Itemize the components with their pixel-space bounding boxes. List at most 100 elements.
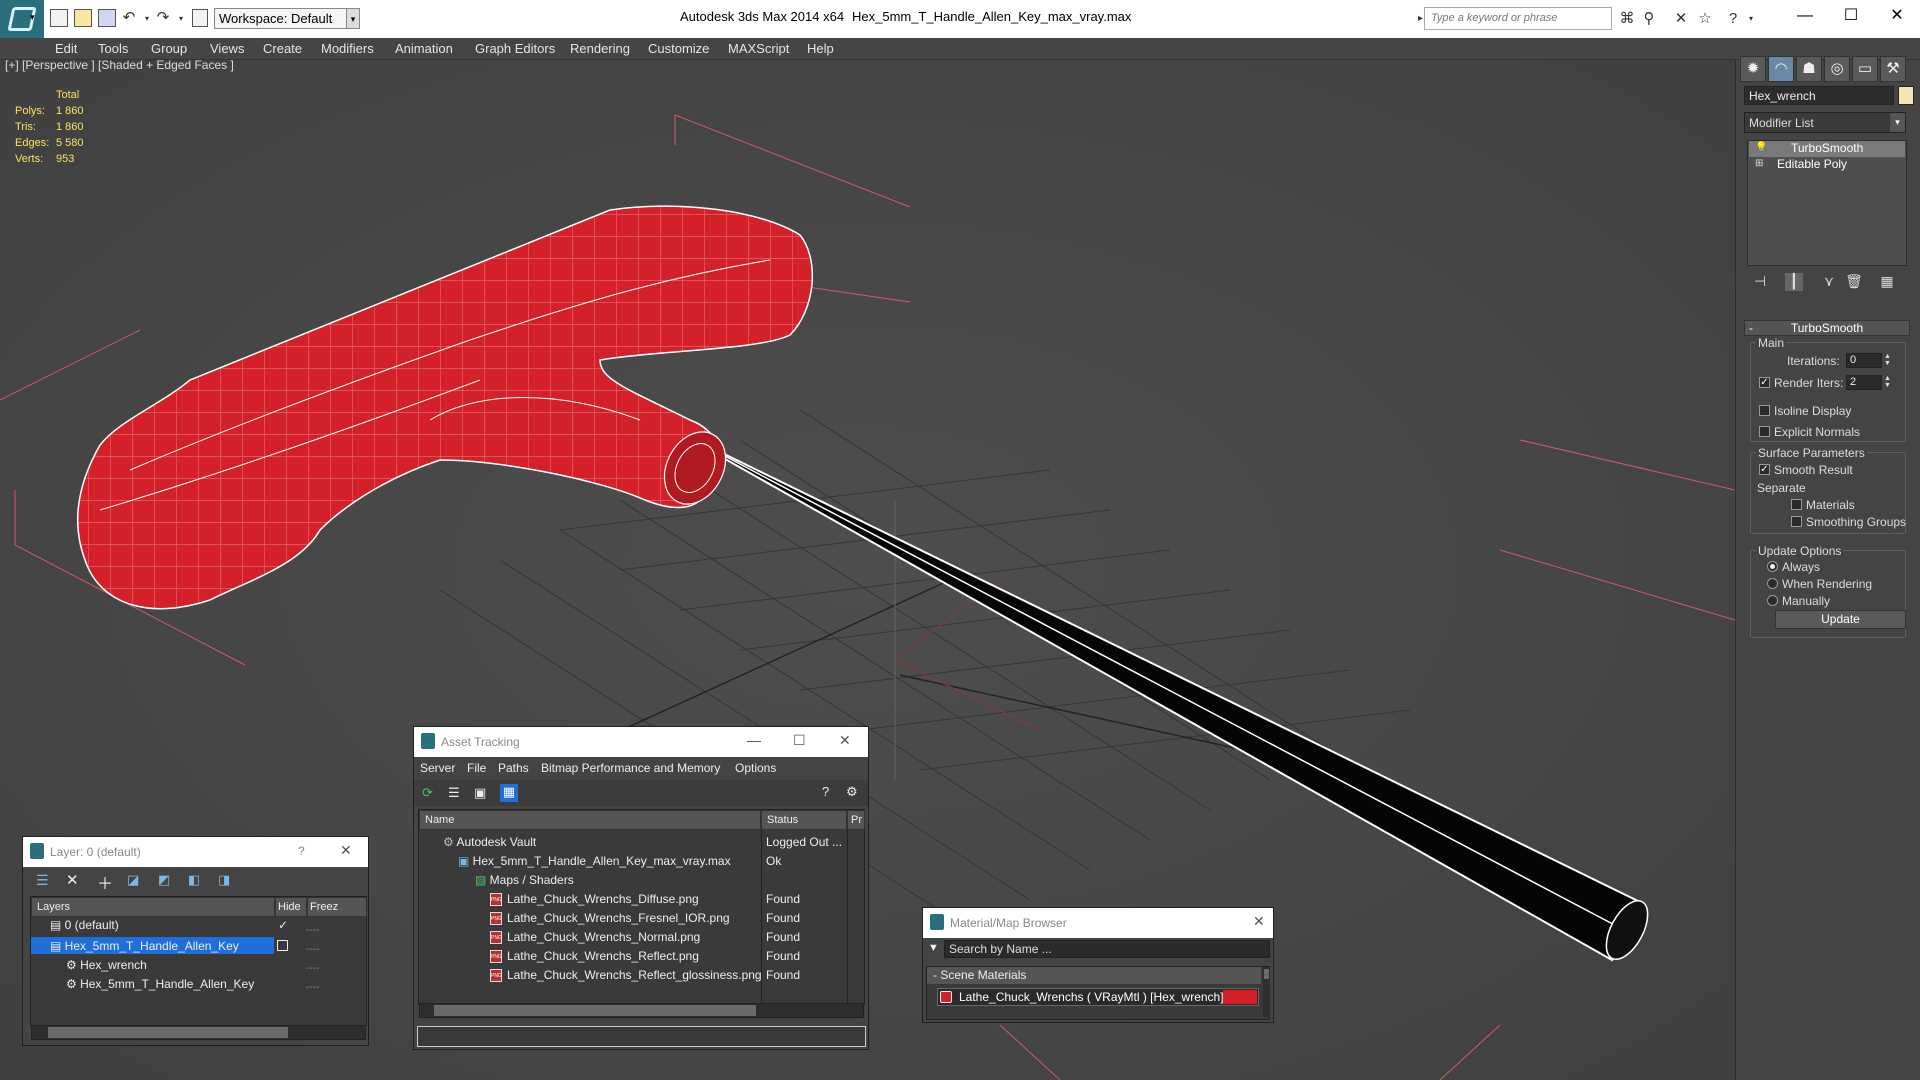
iterations-spinner[interactable]: 0 bbox=[1846, 353, 1882, 368]
render-iters-spinner[interactable]: 2 bbox=[1846, 375, 1882, 390]
materials-checkbox[interactable] bbox=[1791, 499, 1802, 510]
active-layer-check-icon[interactable]: ✓ bbox=[278, 918, 288, 932]
subscription-icon[interactable]: ⚲ bbox=[1640, 10, 1658, 28]
menu-customize[interactable]: Customize bbox=[648, 41, 709, 56]
minimize-button[interactable]: — bbox=[1782, 0, 1828, 34]
expand-plus-icon[interactable]: ⊞ bbox=[1755, 158, 1777, 172]
open-file-icon[interactable] bbox=[74, 9, 92, 27]
modifier-list-arrow-icon[interactable]: ▾ bbox=[1890, 113, 1905, 132]
utilities-tab-icon[interactable]: ⚒ bbox=[1880, 56, 1906, 82]
select-objects-in-layer-icon[interactable]: ◪ bbox=[127, 872, 139, 888]
asset-row-name[interactable]: Lathe_Chuck_Wrenchs_Fresnel_IOR.png bbox=[507, 911, 730, 925]
menu-modifiers[interactable]: Modifiers bbox=[321, 41, 374, 56]
object-color-swatch[interactable] bbox=[1898, 86, 1914, 105]
hide-unhide-all-layers-icon[interactable]: ◧ bbox=[188, 872, 200, 888]
layer-help-button[interactable]: ? bbox=[298, 844, 305, 858]
menu-help[interactable]: Help bbox=[807, 41, 834, 56]
scrollbar-thumb[interactable] bbox=[434, 1005, 756, 1016]
refresh-icon[interactable]: ⟳ bbox=[422, 785, 433, 801]
layers-column-header[interactable]: Layers bbox=[31, 897, 275, 917]
hide-column-header[interactable]: Hide bbox=[275, 897, 307, 917]
asset-help-icon[interactable]: ? bbox=[822, 784, 829, 799]
scrollbar-thumb[interactable] bbox=[48, 1027, 288, 1038]
render-iters-checkbox[interactable]: ✓ bbox=[1759, 377, 1770, 388]
layer-horizontal-scrollbar[interactable] bbox=[31, 1025, 366, 1040]
undo-icon[interactable]: ↶ bbox=[120, 9, 138, 27]
redo-icon[interactable]: ↷ bbox=[154, 9, 172, 27]
modify-tab-icon[interactable]: ◠ bbox=[1768, 56, 1794, 82]
thumbnail-view-icon[interactable]: ▣ bbox=[474, 785, 486, 801]
asset-menu-server[interactable]: Server bbox=[420, 761, 455, 775]
asset-row-name[interactable]: Lathe_Chuck_Wrenchs_Reflect.png bbox=[507, 949, 699, 963]
remove-modifier-icon[interactable]: 🗑 bbox=[1845, 273, 1863, 291]
scene-materials-section[interactable]: - Scene Materials bbox=[927, 967, 1261, 984]
asset-menu-paths[interactable]: Paths bbox=[498, 761, 529, 775]
maximize-button[interactable]: ☐ bbox=[1828, 0, 1874, 34]
help-dropdown-icon[interactable]: ▾ bbox=[1742, 10, 1760, 28]
turbosmooth-rollout-header[interactable]: - TurboSmooth bbox=[1744, 320, 1910, 336]
menu-edit[interactable]: Edit bbox=[55, 41, 77, 56]
make-unique-icon[interactable]: ⋎ bbox=[1820, 273, 1838, 291]
asset-minimize-button[interactable]: — bbox=[747, 732, 761, 748]
show-end-result-icon[interactable]: ┃ bbox=[1785, 273, 1803, 291]
configure-modifier-sets-icon[interactable]: ▦ bbox=[1878, 273, 1896, 291]
render-iters-spinner-arrows-icon[interactable]: ▲ ▼ bbox=[1884, 375, 1893, 390]
menu-tools[interactable]: Tools bbox=[98, 41, 128, 56]
project-folder-icon[interactable] bbox=[192, 9, 208, 27]
stack-item-turbosmooth[interactable]: 💡 TurboSmooth bbox=[1749, 141, 1905, 157]
add-to-layer-icon[interactable]: ＋ bbox=[97, 870, 113, 894]
layer-row[interactable]: ▤ Hex_5mm_T_Handle_Allen_Key bbox=[50, 939, 239, 953]
table-view-icon[interactable]: ▦ bbox=[500, 784, 518, 802]
communication-icon[interactable]: ✕ bbox=[1672, 10, 1690, 28]
menu-graph-editors[interactable]: Graph Editors bbox=[475, 41, 555, 56]
when-rendering-radio[interactable] bbox=[1767, 578, 1778, 589]
workspace-dropdown-arrow-icon[interactable]: ▾ bbox=[346, 8, 360, 29]
asset-row[interactable]: ⚙ Autodesk Vault bbox=[443, 835, 536, 849]
asset-maximize-button[interactable]: ☐ bbox=[793, 732, 806, 749]
list-view-icon[interactable]: ☰ bbox=[448, 785, 460, 801]
update-button[interactable]: Update bbox=[1775, 610, 1906, 629]
asset-row-name[interactable]: Lathe_Chuck_Wrenchs_Normal.png bbox=[507, 930, 700, 944]
lightbulb-icon[interactable]: 💡 bbox=[1755, 142, 1777, 156]
object-name-field[interactable]: Hex_wrench bbox=[1744, 86, 1894, 105]
delete-layer-icon[interactable]: ✕ bbox=[66, 871, 79, 889]
smoothing-groups-checkbox[interactable] bbox=[1791, 516, 1802, 527]
asset-menu-file[interactable]: File bbox=[467, 761, 486, 775]
always-radio[interactable] bbox=[1767, 561, 1778, 572]
pin-stack-icon[interactable]: ⊣ bbox=[1751, 273, 1769, 291]
material-vertical-scrollbar[interactable] bbox=[1263, 967, 1270, 1017]
menu-animation[interactable]: Animation bbox=[395, 41, 453, 56]
motion-tab-icon[interactable]: ◎ bbox=[1824, 56, 1850, 82]
menu-rendering[interactable]: Rendering bbox=[570, 41, 630, 56]
layer-row[interactable]: ⚙ Hex_wrench bbox=[66, 958, 147, 972]
freeze-unfreeze-all-layers-icon[interactable]: ◨ bbox=[218, 872, 230, 888]
create-tab-icon[interactable]: ✹ bbox=[1740, 56, 1766, 82]
new-file-icon[interactable] bbox=[50, 9, 68, 27]
asset-settings-icon[interactable]: ⚙ bbox=[846, 784, 858, 800]
asset-row[interactable]: ▣ Hex_5mm_T_Handle_Allen_Key_max_vray.ma… bbox=[458, 854, 731, 868]
asset-menu-options[interactable]: Options bbox=[735, 761, 776, 775]
binoculars-icon[interactable]: ⌘ bbox=[1618, 10, 1636, 28]
isoline-display-checkbox[interactable] bbox=[1759, 405, 1770, 416]
modifier-list-dropdown[interactable]: Modifier List bbox=[1744, 112, 1906, 133]
browser-options-icon[interactable]: ▼ bbox=[928, 942, 939, 954]
save-file-icon[interactable] bbox=[98, 9, 116, 27]
search-input[interactable]: Type a keyword or phrase bbox=[1424, 7, 1612, 30]
menu-views[interactable]: Views bbox=[210, 41, 244, 56]
stack-item-editable-poly[interactable]: ⊞ Editable Poly bbox=[1749, 157, 1905, 173]
iterations-spinner-arrows-icon[interactable]: ▲ ▼ bbox=[1884, 353, 1893, 368]
hierarchy-tab-icon[interactable]: ☗ bbox=[1796, 56, 1822, 82]
app-logo-icon[interactable] bbox=[0, 0, 44, 38]
asset-row-name[interactable]: Lathe_Chuck_Wrenchs_Reflect_glossiness.p… bbox=[507, 968, 762, 982]
name-column-header[interactable]: Name bbox=[419, 810, 761, 830]
redo-dropdown-icon[interactable]: ▾ bbox=[172, 10, 190, 28]
asset-close-button[interactable]: ✕ bbox=[839, 732, 851, 749]
viewport-label[interactable]: [+] [Perspective ] [Shaded + Edged Faces… bbox=[5, 58, 234, 72]
smooth-result-checkbox[interactable]: ✓ bbox=[1759, 464, 1770, 475]
material-browser-close-button[interactable]: ✕ bbox=[1253, 913, 1265, 930]
asset-menu-bitmap-performance[interactable]: Bitmap Performance and Memory bbox=[541, 761, 720, 775]
pr-column-header[interactable]: Pr bbox=[847, 810, 865, 830]
asset-path-field[interactable] bbox=[417, 1026, 866, 1047]
material-search-input[interactable]: Search by Name ... bbox=[944, 940, 1270, 958]
search-expand-icon[interactable]: ▸ bbox=[1418, 13, 1423, 24]
